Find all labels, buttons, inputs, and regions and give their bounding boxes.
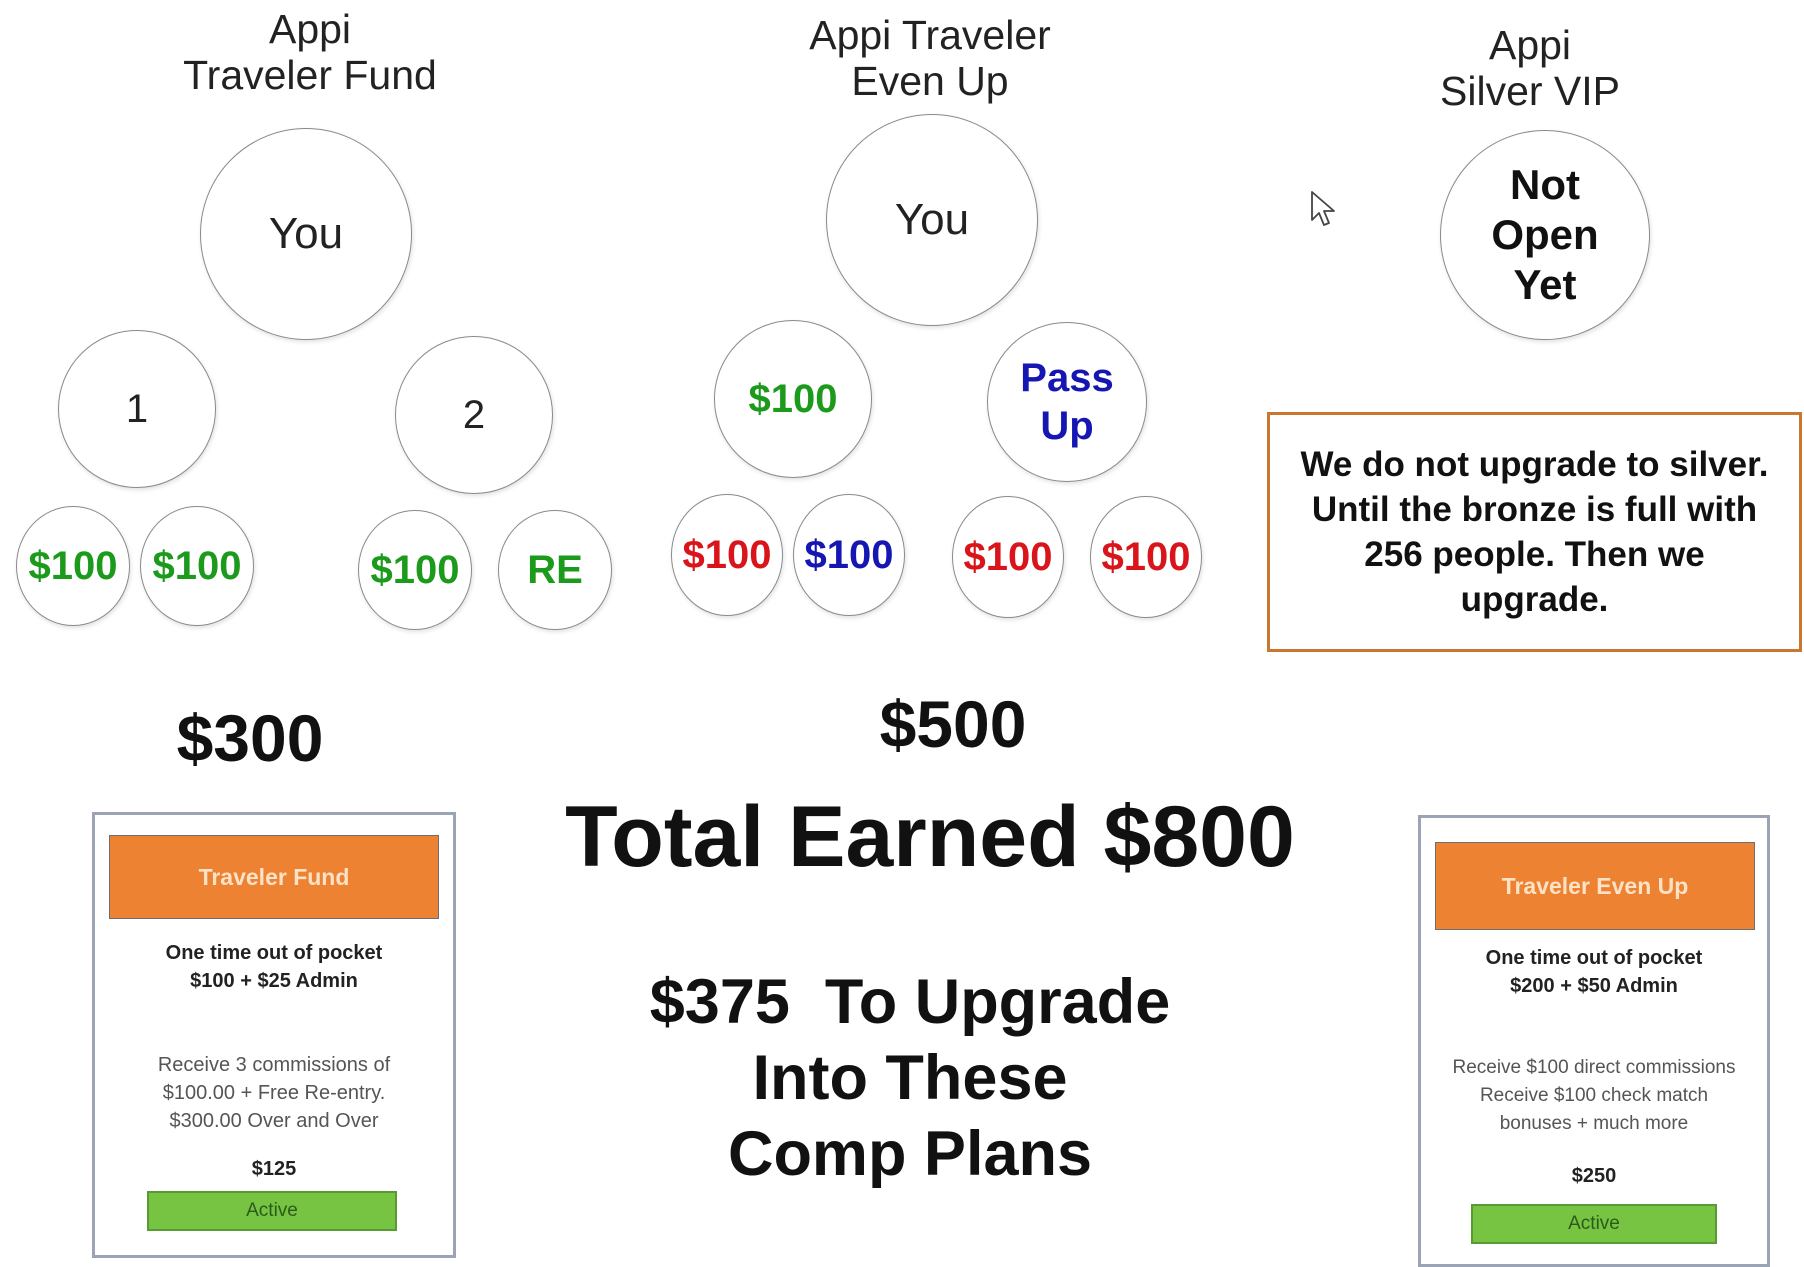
evenup-up-label: Up — [1040, 404, 1094, 448]
evenup-card-price: $250 — [1571, 1165, 1617, 1187]
evenup-title-line1: Appi Traveler — [809, 12, 1051, 58]
fund-amount: $300 — [176, 701, 324, 775]
fund-leaf-4-label: RE — [527, 547, 583, 592]
upgrade-note: We do not upgrade to silver. Until the b… — [1267, 412, 1802, 652]
fund-title-line2: Traveler Fund — [183, 52, 437, 98]
upgrade-text: $375 To Upgrade Into These Comp Plans — [560, 964, 1260, 1192]
evenup-leaf-2-label: $100 — [804, 532, 894, 577]
fund-card-cost-line2: $100 + $25 Admin — [190, 970, 358, 992]
upgrade-line3: Comp Plans — [727, 1119, 1093, 1189]
evenup-top-node: You — [826, 114, 1038, 326]
fund-child-1-label: 1 — [125, 386, 149, 431]
fund-card-cost-line1: One time out of pocket — [165, 942, 383, 964]
evenup-plan-card: Traveler Even Up One time out of pocket … — [1418, 815, 1770, 1267]
evenup-leaf-3: $100 — [952, 496, 1064, 618]
fund-card-desc-line3: $300.00 Over and Over — [169, 1110, 379, 1132]
fund-card-desc-line2: $100.00 + Free Re-entry. — [162, 1082, 386, 1104]
silver-status-line1: Not — [1510, 161, 1580, 208]
fund-leaf-2: $100 — [140, 506, 254, 626]
evenup-card-desc-line1: Receive $100 direct commissions — [1452, 1057, 1736, 1078]
evenup-child-1: $100 — [714, 320, 872, 478]
silver-title-line1: Appi — [1488, 22, 1572, 68]
evenup-card-cost-line2: $200 + $50 Admin — [1510, 975, 1678, 997]
evenup-leaf-4: $100 — [1090, 496, 1202, 618]
fund-top-node: You — [200, 128, 412, 340]
evenup-leaf-4-label: $100 — [1101, 534, 1191, 579]
evenup-card-desc-line3: bonuses + much more — [1499, 1113, 1689, 1134]
silver-title-line2: Silver VIP — [1440, 68, 1620, 114]
evenup-leaf-1: $100 — [671, 494, 783, 616]
evenup-child-2: Pass Up — [987, 322, 1147, 482]
fund-leaf-2-label: $100 — [152, 543, 242, 588]
evenup-child-1-label: $100 — [748, 376, 838, 421]
fund-top-label: You — [268, 209, 344, 258]
fund-title-line1: Appi — [268, 6, 352, 52]
evenup-card-description: Receive $100 direct commissions Receive … — [1421, 1054, 1767, 1138]
evenup-active-button[interactable]: Active — [1471, 1204, 1717, 1244]
evenup-leaf-1-label: $100 — [682, 532, 772, 577]
fund-leaf-1: $100 — [16, 506, 130, 626]
evenup-leaf-3-label: $100 — [963, 534, 1053, 579]
silver-status-line3: Yet — [1513, 261, 1577, 308]
fund-card-desc-line1: Receive 3 commissions of — [157, 1054, 391, 1076]
fund-child-1: 1 — [58, 330, 216, 488]
mouse-pointer-icon — [1311, 191, 1335, 226]
silver-status-node: Not Open Yet — [1440, 130, 1650, 340]
evenup-card-cost-line1: One time out of pocket — [1485, 947, 1703, 969]
fund-plan-card: Traveler Fund One time out of pocket $10… — [92, 812, 456, 1258]
silver-status-line2: Open — [1491, 211, 1599, 258]
evenup-top-label: You — [894, 195, 970, 244]
silver-title: Appi Silver VIP — [1390, 22, 1670, 114]
fund-leaf-4: RE — [498, 510, 612, 630]
fund-title: Appi Traveler Fund — [130, 6, 490, 98]
upgrade-note-text: We do not upgrade to silver. Until the b… — [1300, 445, 1769, 619]
fund-leaf-1-label: $100 — [28, 543, 118, 588]
evenup-card-desc-line2: Receive $100 check match — [1479, 1085, 1709, 1106]
fund-leaf-3: $100 — [358, 510, 472, 630]
fund-child-2: 2 — [395, 336, 553, 494]
fund-child-2-label: 2 — [462, 392, 486, 437]
fund-card-cost: One time out of pocket $100 + $25 Admin — [95, 939, 453, 995]
evenup-title-line2: Even Up — [851, 58, 1009, 104]
evenup-pass-label: Pass — [1020, 356, 1114, 400]
evenup-leaf-2: $100 — [793, 494, 905, 616]
upgrade-line2: Into These — [752, 1043, 1068, 1113]
fund-card-price: $125 — [251, 1158, 297, 1180]
fund-card-header: Traveler Fund — [109, 835, 439, 919]
fund-leaf-3-label: $100 — [370, 547, 460, 592]
upgrade-line1: $375 To Upgrade — [649, 967, 1171, 1037]
evenup-card-header: Traveler Even Up — [1435, 842, 1755, 930]
evenup-card-cost: One time out of pocket $200 + $50 Admin — [1421, 944, 1767, 1000]
evenup-amount: $500 — [879, 687, 1027, 761]
evenup-title: Appi Traveler Even Up — [760, 12, 1100, 104]
fund-active-button[interactable]: Active — [147, 1191, 397, 1231]
fund-card-description: Receive 3 commissions of $100.00 + Free … — [95, 1051, 453, 1135]
total-earned: Total Earned $800 — [565, 789, 1295, 885]
